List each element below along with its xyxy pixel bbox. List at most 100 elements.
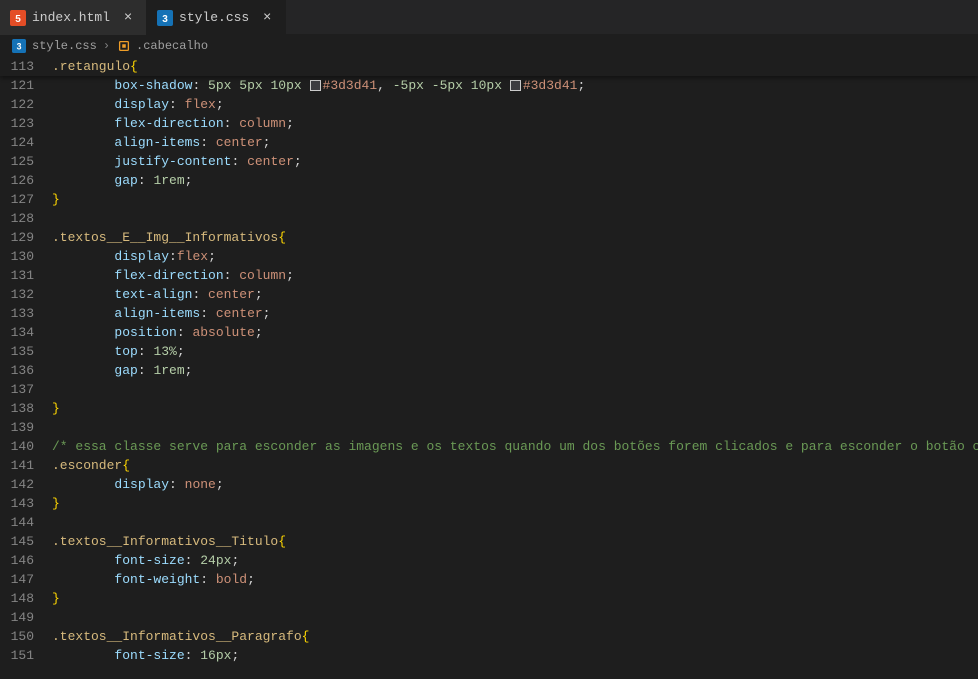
line-number: 127 <box>0 190 52 209</box>
code-content: gap: 1rem; <box>52 171 978 190</box>
code-line[interactable]: 133 align-items: center; <box>0 304 978 323</box>
code-content: font-size: 24px; <box>52 551 978 570</box>
editor[interactable]: 113 .retangulo{ 121 box-shadow: 5px 5px … <box>0 57 978 679</box>
line-number: 122 <box>0 95 52 114</box>
color-swatch-icon[interactable] <box>310 80 321 91</box>
line-number: 151 <box>0 646 52 665</box>
line-number: 148 <box>0 589 52 608</box>
line-number: 140 <box>0 437 52 456</box>
tab-index-html[interactable]: 5 index.html × <box>0 0 147 35</box>
code-content: } <box>52 399 978 418</box>
code-line[interactable]: 139 <box>0 418 978 437</box>
code-line[interactable]: 127} <box>0 190 978 209</box>
line-number: 144 <box>0 513 52 532</box>
code-line[interactable]: 141.esconder{ <box>0 456 978 475</box>
code-content: } <box>52 190 978 209</box>
code-content: align-items: center; <box>52 133 978 152</box>
color-swatch-icon[interactable] <box>510 80 521 91</box>
css-file-icon: 3 <box>157 10 173 26</box>
line-number: 121 <box>0 76 52 95</box>
code-line[interactable]: 150.textos__Informativos__Paragrafo{ <box>0 627 978 646</box>
line-number: 138 <box>0 399 52 418</box>
line-number: 149 <box>0 608 52 627</box>
code-content: .retangulo{ <box>52 57 138 76</box>
code-content <box>52 209 978 228</box>
tab-bar: 5 index.html × 3 style.css × <box>0 0 978 35</box>
code-content: display: none; <box>52 475 978 494</box>
tab-label: index.html <box>32 10 110 25</box>
line-number: 133 <box>0 304 52 323</box>
code-content: .textos__E__Img__Informativos{ <box>52 228 978 247</box>
line-number: 132 <box>0 285 52 304</box>
code-content <box>52 513 978 532</box>
code-line[interactable]: 122 display: flex; <box>0 95 978 114</box>
sticky-scroll-header[interactable]: 113 .retangulo{ <box>0 57 978 76</box>
code-line[interactable]: 145.textos__Informativos__Titulo{ <box>0 532 978 551</box>
code-line[interactable]: 149 <box>0 608 978 627</box>
breadcrumb: 3 style.css › .cabecalho <box>0 35 978 57</box>
code-line[interactable]: 138} <box>0 399 978 418</box>
line-number: 131 <box>0 266 52 285</box>
code-content <box>52 380 978 399</box>
line-number: 113 <box>0 57 52 76</box>
line-number: 125 <box>0 152 52 171</box>
line-number: 147 <box>0 570 52 589</box>
code-content: align-items: center; <box>52 304 978 323</box>
symbol-class-icon <box>116 38 132 54</box>
breadcrumb-file[interactable]: style.css <box>32 39 97 53</box>
code-line[interactable]: 136 gap: 1rem; <box>0 361 978 380</box>
code-line[interactable]: 148} <box>0 589 978 608</box>
code-line[interactable]: 124 align-items: center; <box>0 133 978 152</box>
code-line[interactable]: 151 font-size: 16px; <box>0 646 978 665</box>
code-line[interactable]: 129.textos__E__Img__Informativos{ <box>0 228 978 247</box>
code-content: gap: 1rem; <box>52 361 978 380</box>
code-line[interactable]: 126 gap: 1rem; <box>0 171 978 190</box>
code-line[interactable]: 132 text-align: center; <box>0 285 978 304</box>
code-line[interactable]: 125 justify-content: center; <box>0 152 978 171</box>
code-content <box>52 608 978 627</box>
breadcrumb-symbol[interactable]: .cabecalho <box>136 39 208 53</box>
close-icon[interactable]: × <box>120 10 136 26</box>
tab-style-css[interactable]: 3 style.css × <box>147 0 286 35</box>
code-line[interactable]: 140/* essa classe serve para esconder as… <box>0 437 978 456</box>
line-number: 130 <box>0 247 52 266</box>
code-content: /* essa classe serve para esconder as im… <box>52 437 978 456</box>
code-line[interactable]: 134 position: absolute; <box>0 323 978 342</box>
code-line[interactable]: 142 display: none; <box>0 475 978 494</box>
code-line[interactable]: 146 font-size: 24px; <box>0 551 978 570</box>
code-content <box>52 418 978 437</box>
code-line[interactable]: 144 <box>0 513 978 532</box>
code-line[interactable]: 131 flex-direction: column; <box>0 266 978 285</box>
code-line[interactable]: 135 top: 13%; <box>0 342 978 361</box>
code-line[interactable]: 123 flex-direction: column; <box>0 114 978 133</box>
code-line[interactable]: 121 box-shadow: 5px 5px 10px #3d3d41, -5… <box>0 76 978 95</box>
code-content: .textos__Informativos__Paragrafo{ <box>52 627 978 646</box>
line-number: 134 <box>0 323 52 342</box>
code-line[interactable]: 147 font-weight: bold; <box>0 570 978 589</box>
code-content: .textos__Informativos__Titulo{ <box>52 532 978 551</box>
code-content: flex-direction: column; <box>52 266 978 285</box>
code-content: flex-direction: column; <box>52 114 978 133</box>
line-number: 135 <box>0 342 52 361</box>
line-number: 150 <box>0 627 52 646</box>
code-content: text-align: center; <box>52 285 978 304</box>
code-line[interactable]: 137 <box>0 380 978 399</box>
line-number: 129 <box>0 228 52 247</box>
code-line[interactable]: 130 display:flex; <box>0 247 978 266</box>
line-number: 136 <box>0 361 52 380</box>
code-content: position: absolute; <box>52 323 978 342</box>
close-icon[interactable]: × <box>259 10 275 26</box>
css-file-icon: 3 <box>12 38 28 54</box>
line-number: 142 <box>0 475 52 494</box>
tab-label: style.css <box>179 10 249 25</box>
line-number: 124 <box>0 133 52 152</box>
line-number: 128 <box>0 209 52 228</box>
code-area[interactable]: 121 box-shadow: 5px 5px 10px #3d3d41, -5… <box>0 76 978 679</box>
line-number: 145 <box>0 532 52 551</box>
code-content: display:flex; <box>52 247 978 266</box>
code-line[interactable]: 143} <box>0 494 978 513</box>
html-file-icon: 5 <box>10 10 26 26</box>
code-content: top: 13%; <box>52 342 978 361</box>
code-line[interactable]: 128 <box>0 209 978 228</box>
svg-text:3: 3 <box>17 42 22 52</box>
